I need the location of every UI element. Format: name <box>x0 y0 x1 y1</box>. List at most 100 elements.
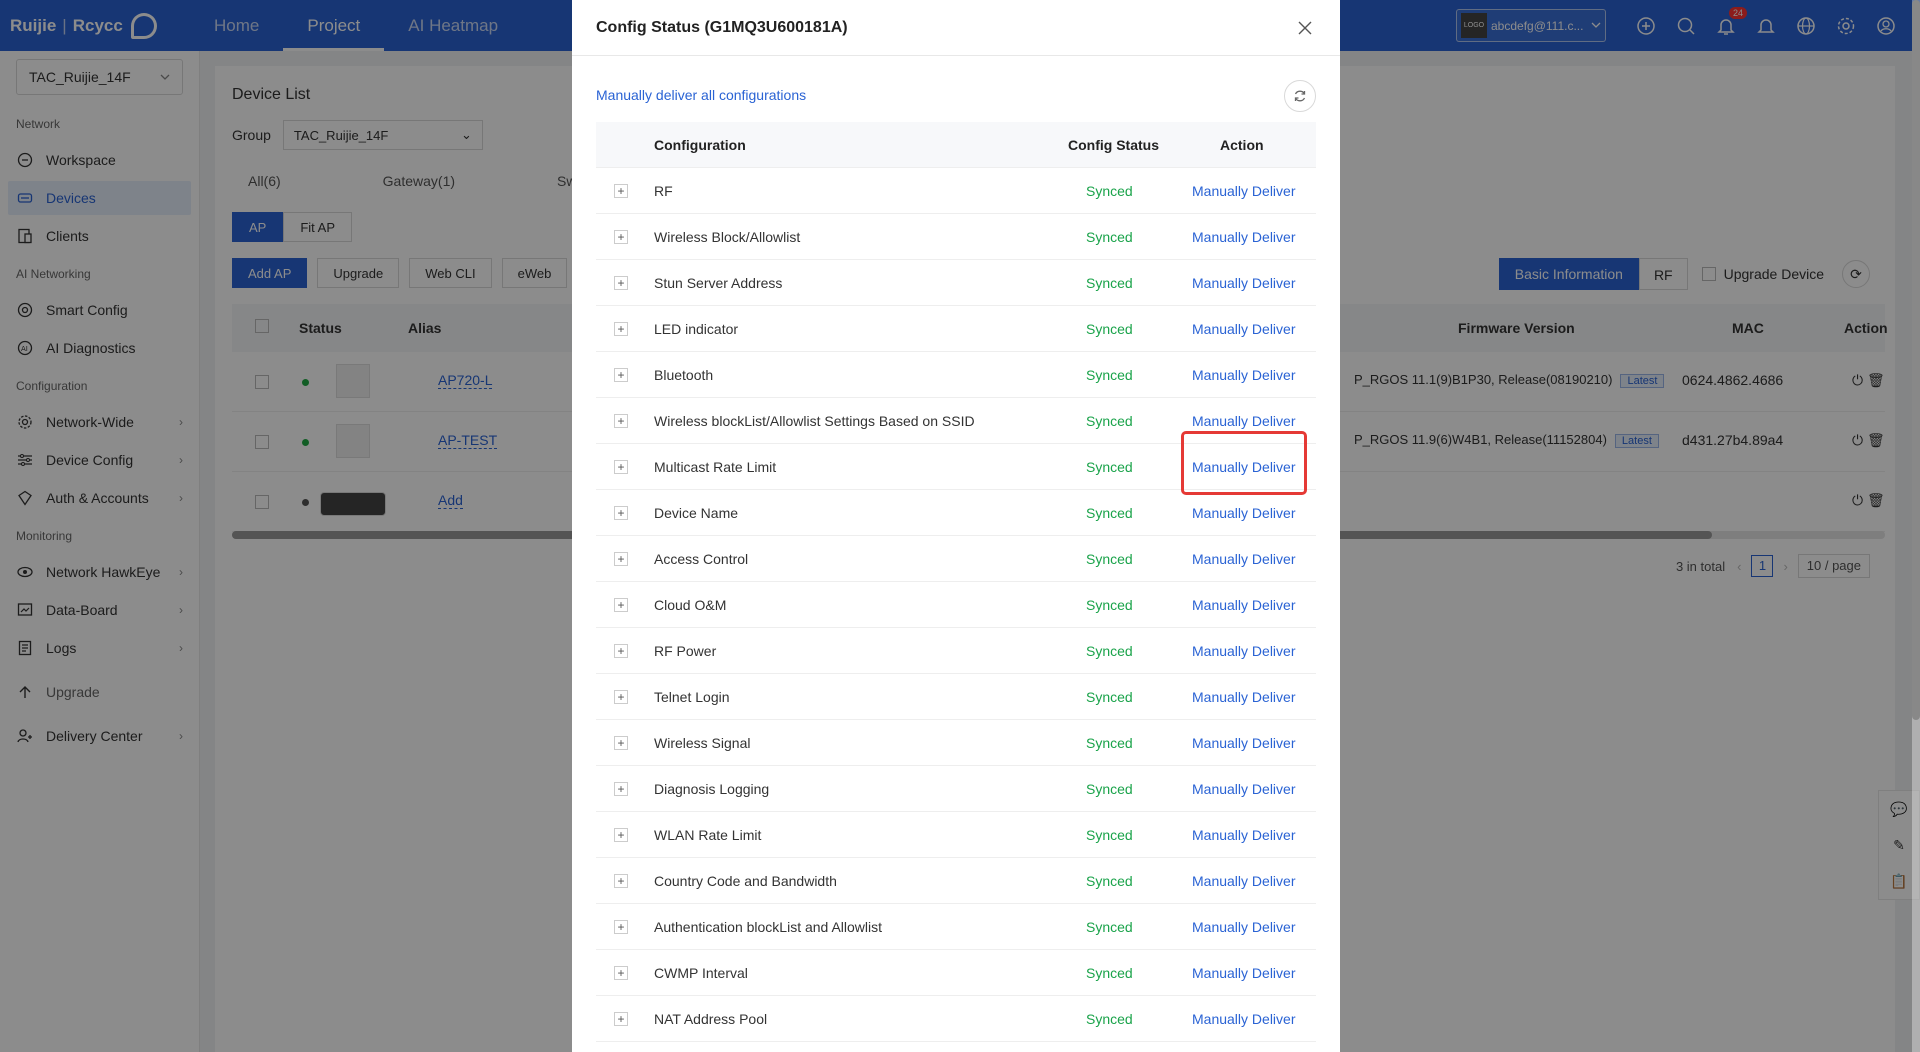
config-status: Synced <box>1086 965 1133 981</box>
manually-deliver-link[interactable]: Manually Deliver <box>1192 367 1295 383</box>
config-status: Synced <box>1086 367 1133 383</box>
expand-icon[interactable]: + <box>614 690 628 704</box>
config-name: Bluetooth <box>654 367 714 383</box>
config-status: Synced <box>1086 275 1133 291</box>
config-row: + LED indicator Synced Manually Deliver <box>596 306 1316 352</box>
expand-icon[interactable]: + <box>614 184 628 198</box>
manually-deliver-link[interactable]: Manually Deliver <box>1192 919 1295 935</box>
config-row: + Diagnosis Logging Synced Manually Deliver <box>596 766 1316 812</box>
config-name: CWMP Interval <box>654 965 748 981</box>
config-status: Synced <box>1086 597 1133 613</box>
config-status: Synced <box>1086 735 1133 751</box>
manually-deliver-link[interactable]: Manually Deliver <box>1192 505 1295 521</box>
manually-deliver-link[interactable]: Manually Deliver <box>1192 735 1295 751</box>
highlight-box <box>1181 431 1307 495</box>
expand-icon[interactable]: + <box>614 230 628 244</box>
config-row: + Authentication blockList and Allowlist S… <box>596 904 1316 950</box>
expand-icon[interactable]: + <box>614 322 628 336</box>
config-row: + Bluetooth Synced Manually Deliver <box>596 352 1316 398</box>
config-row: + Wireless Block/Allowlist Synced Manually … <box>596 214 1316 260</box>
config-status: Synced <box>1086 643 1133 659</box>
config-name: WLAN Rate Limit <box>654 827 762 843</box>
manually-deliver-link[interactable]: Manually Deliver <box>1192 873 1295 889</box>
expand-icon[interactable]: + <box>614 736 628 750</box>
expand-icon[interactable]: + <box>614 1012 628 1026</box>
config-name: RF <box>654 183 673 199</box>
col-config-status: Config Status <box>1068 137 1159 153</box>
manually-deliver-link[interactable]: Manually Deliver <box>1192 413 1295 429</box>
config-name: Telnet Login <box>654 689 730 705</box>
modal-title: Config Status (G1MQ3U600181A) <box>596 18 848 36</box>
expand-icon[interactable]: + <box>614 598 628 612</box>
manually-deliver-link[interactable]: Manually Deliver <box>1192 965 1295 981</box>
config-status: Synced <box>1086 919 1133 935</box>
expand-icon[interactable]: + <box>614 828 628 842</box>
config-status: Synced <box>1086 1011 1133 1027</box>
config-name: Wireless blockList/Allowlist Settings Ba… <box>654 413 975 429</box>
config-name: Wireless Block/Allowlist <box>654 229 801 245</box>
config-name: Stun Server Address <box>654 275 783 291</box>
expand-icon[interactable]: + <box>614 874 628 888</box>
config-row: + Device Name Synced Manually Deliver <box>596 490 1316 536</box>
config-row: + RF Synced Manually Deliver <box>596 168 1316 214</box>
manually-deliver-link[interactable]: Manually Deliver <box>1192 183 1295 199</box>
col-action: Action <box>1220 137 1264 153</box>
deliver-all-link[interactable]: Manually deliver all configurations <box>596 87 806 103</box>
manually-deliver-link[interactable]: Manually Deliver <box>1192 781 1295 797</box>
expand-icon[interactable]: + <box>614 920 628 934</box>
config-name: NAT Address Pool <box>654 1011 768 1027</box>
config-name: Wireless Signal <box>654 735 751 751</box>
expand-icon[interactable]: + <box>614 506 628 520</box>
config-status: Synced <box>1086 321 1133 337</box>
modal-header: Config Status (G1MQ3U600181A) <box>572 0 1340 56</box>
config-name: Cloud O&M <box>654 597 727 613</box>
config-name: Authentication blockList and Allowlist <box>654 919 883 935</box>
config-status: Synced <box>1086 459 1133 475</box>
config-row: + Stun Server Address Synced Manually Deliv… <box>596 260 1316 306</box>
manually-deliver-link[interactable]: Manually Deliver <box>1192 689 1295 705</box>
expand-icon[interactable]: + <box>614 552 628 566</box>
config-row: + WLAN Rate Limit Synced Manually Deliver <box>596 812 1316 858</box>
config-table: Configuration Config Status Action + RF Sy… <box>596 122 1316 1042</box>
config-row: + RF Power Synced Manually Deliver <box>596 628 1316 674</box>
manually-deliver-link[interactable]: Manually Deliver <box>1192 643 1295 659</box>
config-status: Synced <box>1086 827 1133 843</box>
close-icon[interactable] <box>1294 17 1316 39</box>
manually-deliver-link[interactable]: Manually Deliver <box>1192 275 1295 291</box>
config-row: + CWMP Interval Synced Manually Deliver <box>596 950 1316 996</box>
config-status: Synced <box>1086 873 1133 889</box>
manually-deliver-link[interactable]: Manually Deliver <box>1192 321 1295 337</box>
config-status: Synced <box>1086 505 1133 521</box>
config-status: Synced <box>1086 229 1133 245</box>
page-scrollbar-thumb[interactable] <box>1912 0 1920 720</box>
config-status: Synced <box>1086 183 1133 199</box>
manually-deliver-link[interactable]: Manually Deliver <box>1192 597 1295 613</box>
config-name: RF Power <box>654 643 717 659</box>
expand-icon[interactable]: + <box>614 782 628 796</box>
config-name: Diagnosis Logging <box>654 781 770 797</box>
expand-icon[interactable]: + <box>614 368 628 382</box>
expand-icon[interactable]: + <box>614 414 628 428</box>
config-name: Country Code and Bandwidth <box>654 873 837 889</box>
config-name: LED indicator <box>654 321 739 337</box>
refresh-icon[interactable] <box>1284 80 1316 112</box>
expand-icon[interactable]: + <box>614 460 628 474</box>
config-row: + Country Code and Bandwidth Synced Manuall… <box>596 858 1316 904</box>
expand-icon[interactable]: + <box>614 966 628 980</box>
manually-deliver-link[interactable]: Manually Deliver <box>1192 827 1295 843</box>
expand-icon[interactable]: + <box>614 276 628 290</box>
config-status: Synced <box>1086 781 1133 797</box>
config-row: + Telnet Login Synced Manually Deliver <box>596 674 1316 720</box>
page-scrollbar[interactable] <box>1912 0 1920 1052</box>
expand-icon[interactable]: + <box>614 644 628 658</box>
manually-deliver-link[interactable]: Manually Deliver <box>1192 1011 1295 1027</box>
config-status: Synced <box>1086 689 1133 705</box>
col-configuration: Configuration <box>654 137 746 153</box>
config-status-modal: Config Status (G1MQ3U600181A) Manually d… <box>572 0 1340 1052</box>
config-table-header: Configuration Config Status Action <box>596 122 1316 168</box>
config-row: + NAT Address Pool Synced Manually Deliver <box>596 996 1316 1042</box>
config-row: + Access Control Synced Manually Deliver <box>596 536 1316 582</box>
manually-deliver-link[interactable]: Manually Deliver <box>1192 551 1295 567</box>
config-name: Device Name <box>654 505 739 521</box>
manually-deliver-link[interactable]: Manually Deliver <box>1192 229 1295 245</box>
